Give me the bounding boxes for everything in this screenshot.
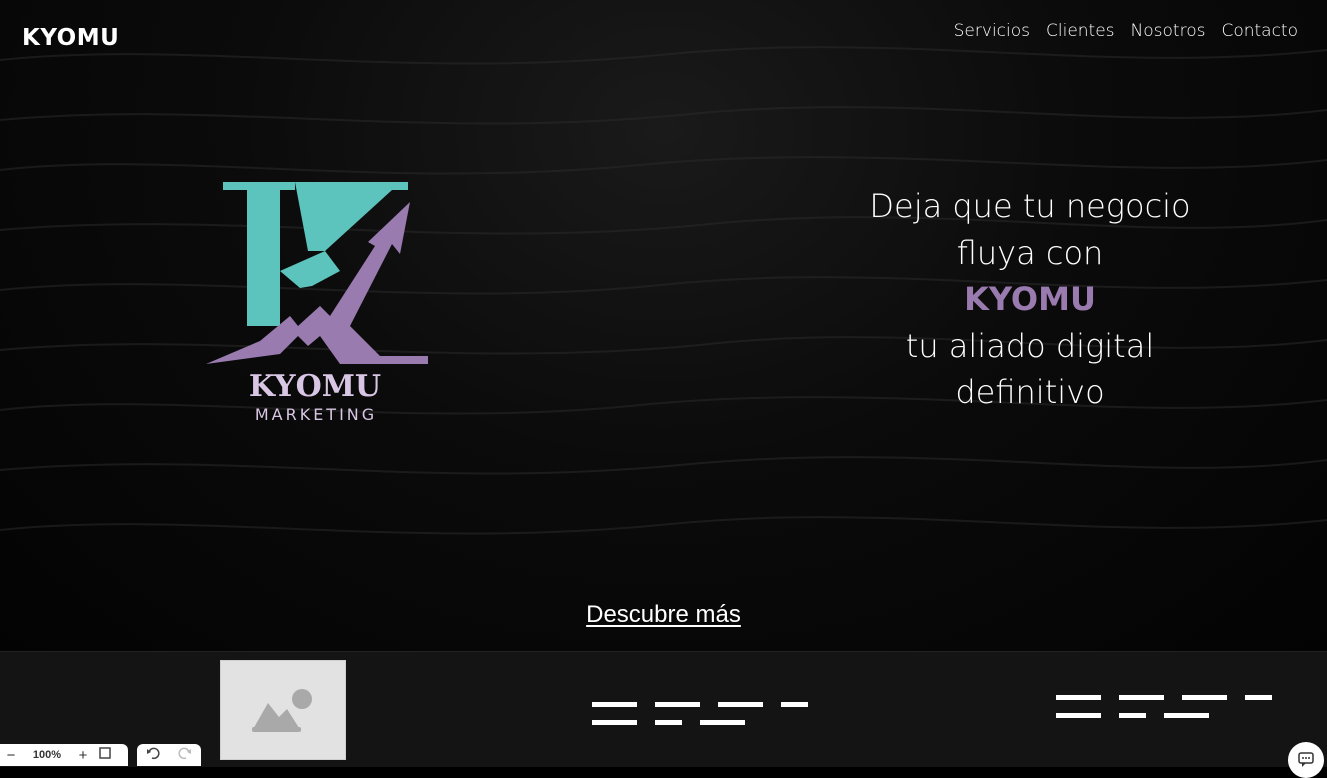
chat-button[interactable] [1288,742,1324,778]
chat-icon [1298,752,1314,767]
brand-logo-text[interactable]: KYOMU [22,25,119,51]
nav-link-servicios[interactable]: Servicios [954,21,1030,41]
kyomu-marketing-logo: KYOMU MARKETING [206,182,428,424]
nav-link-nosotros[interactable]: Nosotros [1131,21,1206,41]
tagline-line-4: definitivo [955,373,1105,411]
nav-link-contacto[interactable]: Contacto [1221,21,1298,41]
logo-name-text: KYOMU [249,369,381,404]
tagline-line-1: Deja que tu negocio [869,187,1191,225]
nav-link-clientes[interactable]: Clientes [1046,21,1115,41]
discover-more-container: Descubre más [0,601,1327,629]
tagline-line-2: fluya con [956,233,1104,272]
main-nav: Servicios Clientes Nosotros Contacto [954,21,1298,41]
zoom-out-button[interactable]: − [0,747,22,764]
redo-icon[interactable] [178,746,192,764]
history-controls [137,744,201,766]
image-placeholder[interactable] [220,660,346,760]
logo-subtitle-text: MARKETING [255,405,377,424]
hero-tagline: Deja que tu negocio fluya con KYOMU tu a… [830,183,1230,416]
image-placeholder-icon [252,689,312,732]
zoom-control: − 100% + [0,744,128,766]
discover-more-link[interactable]: Descubre más [586,601,741,628]
undo-icon[interactable] [146,746,160,764]
fit-screen-icon[interactable] [94,746,116,764]
tagline-brand: KYOMU [964,280,1096,318]
zoom-level: 100% [32,749,62,761]
zoom-in-button[interactable]: + [72,747,94,764]
tagline-line-3: tu aliado digital [905,326,1155,365]
hero-section: KYOMU Servicios Clientes Nosotros Contac… [0,0,1327,651]
